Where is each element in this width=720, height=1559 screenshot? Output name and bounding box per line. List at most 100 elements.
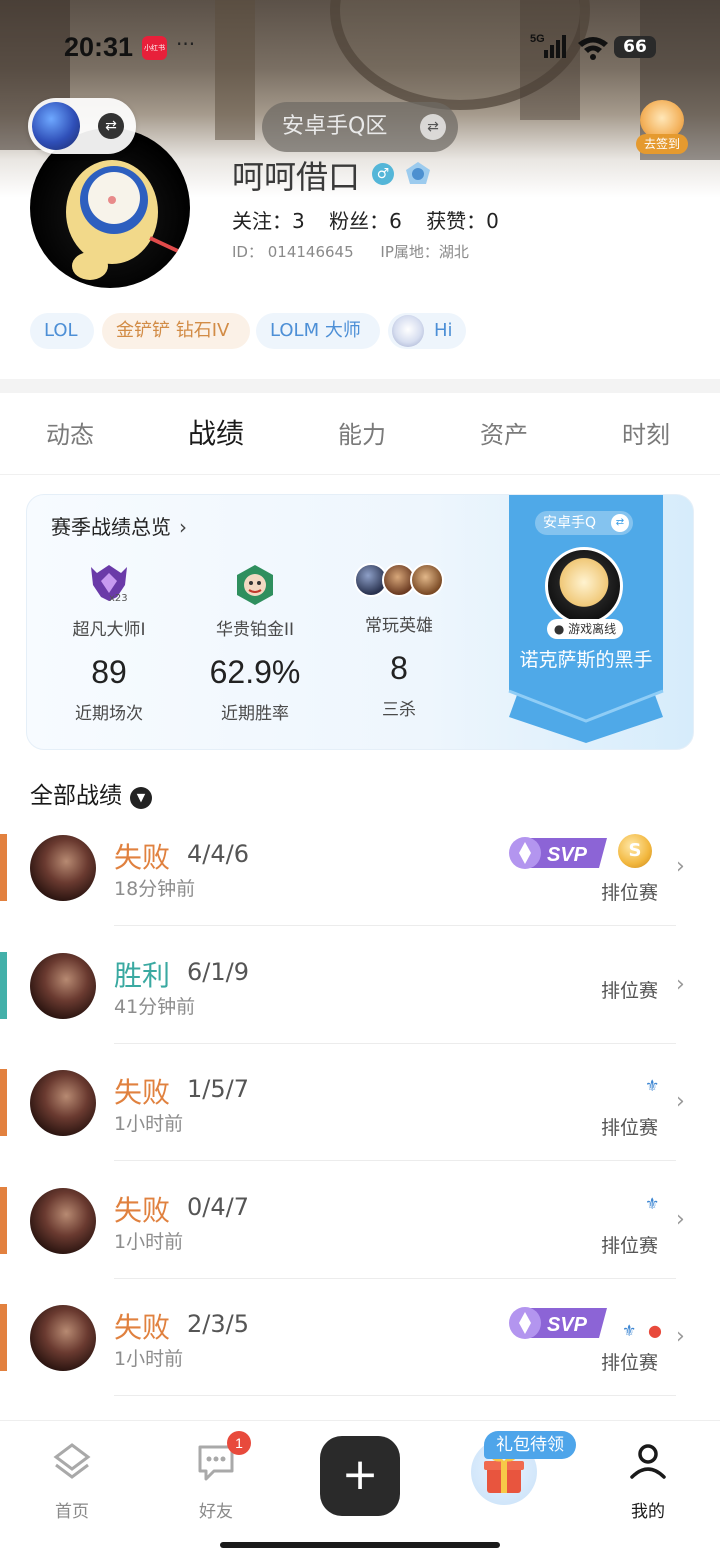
home-icon xyxy=(50,1439,94,1483)
result-bar xyxy=(0,1304,7,1371)
result-bar xyxy=(0,834,7,901)
match-mode: 排位赛 xyxy=(601,1117,659,1139)
support-item-icon: ⚜ xyxy=(645,1076,660,1095)
match-kda: 4/4/6 xyxy=(187,840,249,868)
row-divider xyxy=(114,1043,676,1044)
support-item-icon: ⚜ xyxy=(622,1321,637,1340)
chibi-avatar-icon xyxy=(392,315,424,347)
recent-games-label: 近期场次 xyxy=(75,704,143,724)
nav-mine-label: 我的 xyxy=(631,1502,665,1522)
recent-games-value: 89 xyxy=(91,654,127,690)
nav-home-label: 首页 xyxy=(55,1502,89,1522)
tab-ability[interactable]: 能力 xyxy=(338,415,386,450)
frequent-champions xyxy=(354,563,444,599)
more-notifications-icon: ··· xyxy=(176,32,196,56)
svp-badge-icon: SVP xyxy=(509,1307,607,1339)
checkin-button[interactable]: 去签到 xyxy=(636,100,688,154)
match-row[interactable]: 失败 4/4/6 18分钟前 SVP S 排位赛 › xyxy=(0,834,720,952)
match-time: 1小时前 xyxy=(114,1113,184,1135)
tab-records[interactable]: 战绩 xyxy=(188,412,244,452)
coin-icon: S xyxy=(618,834,652,868)
result-bar xyxy=(0,1187,7,1254)
chevron-right-icon: › xyxy=(676,972,685,997)
person-icon xyxy=(626,1439,670,1483)
tag-lol[interactable]: LOL xyxy=(30,313,94,349)
rank-name: 超凡大师I xyxy=(72,620,146,640)
match-kda: 1/5/7 xyxy=(187,1075,249,1103)
match-time: 1小时前 xyxy=(114,1231,184,1253)
master-rank-emblem: x23 xyxy=(87,563,131,604)
season-overview-card[interactable]: 赛季战绩总览 › x23 超凡大师I 89 近期场次 华贵铂金II 62.9% 近… xyxy=(26,494,694,750)
champion-avatar xyxy=(30,953,96,1019)
match-mode: 排位赛 xyxy=(601,1352,659,1374)
season-title[interactable]: 赛季战绩总览 › xyxy=(51,511,187,540)
rank-emblem-icon xyxy=(406,162,430,184)
tag-hi[interactable]: Hi xyxy=(388,313,466,349)
chevron-right-icon: › xyxy=(676,1324,685,1349)
tab-feed[interactable]: 动态 xyxy=(46,415,94,450)
create-post-button[interactable]: + xyxy=(320,1436,400,1516)
gift-pending-tag: 礼包待领 xyxy=(484,1431,576,1459)
result-bar xyxy=(0,952,7,1019)
nickname: 呵呵借口 xyxy=(232,158,361,196)
following-count[interactable]: 关注：3 xyxy=(232,209,305,233)
match-kda: 2/3/5 xyxy=(187,1310,249,1338)
season-stat-heroes: 常玩英雄 8 三杀 xyxy=(319,563,479,720)
nav-friends[interactable]: 好友 xyxy=(166,1439,266,1522)
match-row[interactable]: 失败 2/3/5 1小时前 SVP ⚜ ● 排位赛 › xyxy=(0,1304,720,1422)
likes-count: 获赞：0 xyxy=(426,209,499,233)
tag-tft[interactable]: 金铲铲 钻石IV xyxy=(102,313,250,349)
tag-lolm[interactable]: LOLM 大师 xyxy=(256,313,380,349)
match-result: 失败 xyxy=(114,1311,171,1344)
row-divider xyxy=(114,1160,676,1161)
all-records-filter[interactable]: 全部战绩 ▼ xyxy=(30,776,152,810)
profile-tabs: 动态 战绩 能力 资产 时刻 xyxy=(0,393,720,475)
match-result: 失败 xyxy=(114,1076,171,1109)
season-title-label: 赛季战绩总览 xyxy=(51,515,171,539)
id-info: ID： 014146645 IP属地：湖北 xyxy=(232,241,491,262)
row-divider xyxy=(114,1278,676,1279)
chevron-right-icon: › xyxy=(676,854,685,879)
server-selector[interactable]: 安卓手Q区 ⇄ xyxy=(262,102,458,152)
match-mode: 排位赛 xyxy=(601,1235,659,1257)
signal-icon: 5G xyxy=(530,33,566,58)
game-switch-button[interactable]: ⇄ xyxy=(28,98,136,154)
tab-assets[interactable]: 资产 xyxy=(480,415,528,450)
swap-icon: ⇄ xyxy=(420,114,446,140)
support-item-icon: ⚜ xyxy=(645,1194,660,1213)
nav-home[interactable]: 首页 xyxy=(22,1439,122,1522)
male-gender-icon: ♂ xyxy=(372,163,394,185)
match-time: 41分钟前 xyxy=(114,996,196,1018)
checkin-label: 去签到 xyxy=(636,134,688,154)
champion-avatar xyxy=(30,835,96,901)
match-time: 18分钟前 xyxy=(114,878,196,900)
nav-friends-label: 好友 xyxy=(199,1502,233,1522)
triple-kill-value: 8 xyxy=(390,650,408,686)
match-result: 失败 xyxy=(114,841,171,874)
chevron-right-icon: › xyxy=(179,515,187,539)
tab-moments[interactable]: 时刻 xyxy=(622,415,670,450)
nav-mine[interactable]: 我的 xyxy=(598,1439,698,1522)
rank-multiplier: x23 xyxy=(109,593,128,604)
platinum-emblem xyxy=(233,563,277,605)
match-row[interactable]: 失败 1/5/7 1小时前 ⚜ 排位赛 › xyxy=(0,1069,720,1187)
offline-status: ● 游戏离线 xyxy=(547,619,623,639)
match-row[interactable]: 胜利 6/1/9 41分钟前 排位赛 › xyxy=(0,952,720,1070)
champion-avatar xyxy=(30,1305,96,1371)
banner-player-name: 诺克萨斯的黑手 xyxy=(519,649,653,671)
player-banner[interactable]: 安卓手Q ⇄ ● 游戏离线 诺克萨斯的黑手 xyxy=(505,495,667,743)
tft-rank-name: 华贵铂金II xyxy=(215,620,295,640)
season-stat-rank: x23 超凡大师I 89 近期场次 xyxy=(29,563,189,724)
match-mode: 排位赛 xyxy=(601,980,659,1002)
chevron-right-icon: › xyxy=(676,1089,685,1114)
fans-count[interactable]: 粉丝：6 xyxy=(329,209,402,233)
season-stat-tft: 华贵铂金II 62.9% 近期胜率 xyxy=(175,563,335,724)
match-result: 失败 xyxy=(114,1194,171,1227)
tag-hi-label: Hi xyxy=(434,320,453,341)
swap-icon: ⇄ xyxy=(611,514,629,532)
champion-icon xyxy=(410,563,444,597)
match-row[interactable]: 失败 0/4/7 1小时前 ⚜ 排位赛 › xyxy=(0,1187,720,1305)
svp-badge-icon: SVP xyxy=(509,837,607,869)
friends-unread-badge: 1 xyxy=(227,1431,251,1455)
server-label: 安卓手Q区 xyxy=(282,114,388,139)
